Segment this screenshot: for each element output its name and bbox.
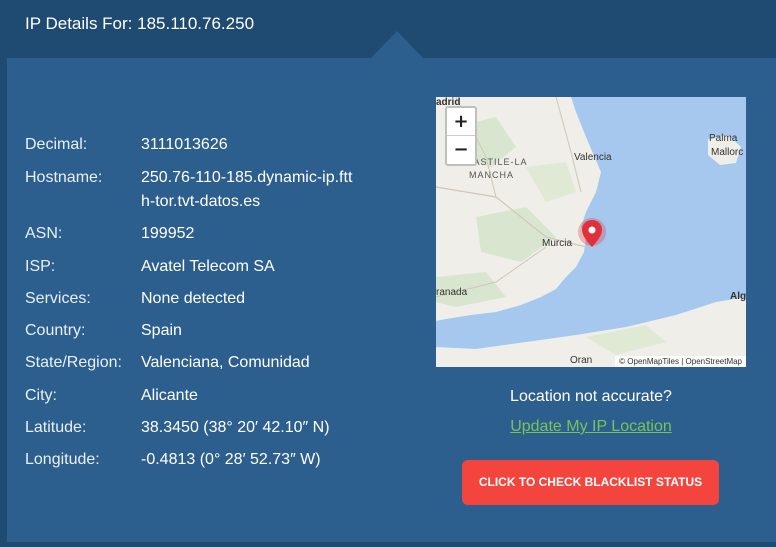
detail-label: Country: [25,322,86,339]
map-label-oran: Oran [570,355,593,366]
detail-label: Longitude: [25,451,100,468]
detail-value: Spain [141,322,182,339]
map-attribution[interactable]: © OpenMapTiles | OpenStreetMap [615,356,746,367]
location-question: Location not accurate? [510,388,672,405]
detail-label: ISP: [25,258,56,275]
map-label-palma-2: Mallorc [711,147,744,158]
detail-label: Latitude: [25,419,87,436]
detail-value: 3111013626 [141,136,228,153]
detail-label: City: [25,387,57,404]
detail-value: Alicante [141,387,198,404]
map-label-granada: ranada [436,287,468,298]
detail-label: State/Region: [25,354,122,371]
detail-label: Hostname: [25,169,103,186]
detail-value: 250.76-110-185.dynamic-ip.ftth-tor.tvt-d… [141,169,353,210]
location-map[interactable]: adrid CASTILE-LA MANCHA Valencia Murcia … [436,97,746,367]
zoom-control: + − [445,106,477,166]
page-title: IP Details For: 185.110.76.250 [25,14,255,33]
detail-label: ASN: [25,225,63,242]
map-label-palma-1: Palma [709,133,738,144]
map-label-murcia: Murcia [542,238,573,249]
detail-value: Valenciana, Comunidad [141,354,310,371]
map-label-algiers: Alg [730,291,746,302]
header-pointer [371,31,423,58]
detail-value: -0.4813 (0° 28′ 52.73″ W) [141,451,321,468]
detail-value: 38.3450 (38° 20′ 42.10″ N) [141,419,330,436]
detail-value: None detected [141,290,246,307]
detail-label: Services: [25,290,91,307]
check-blacklist-button[interactable]: CLICK TO CHECK BLACKLIST STATUS [462,460,719,505]
map-label-castile-2: MANCHA [469,170,515,180]
detail-value: 199952 [141,225,195,242]
detail-label: Decimal: [25,136,88,153]
update-location-link[interactable]: Update My IP Location [436,418,746,436]
detail-value: Avatel Telecom SA [141,258,275,275]
zoom-out-button[interactable]: − [447,136,475,163]
zoom-in-button[interactable]: + [447,108,475,136]
map-label-valencia: Valencia [574,152,612,163]
location-marker-icon[interactable] [577,217,607,253]
